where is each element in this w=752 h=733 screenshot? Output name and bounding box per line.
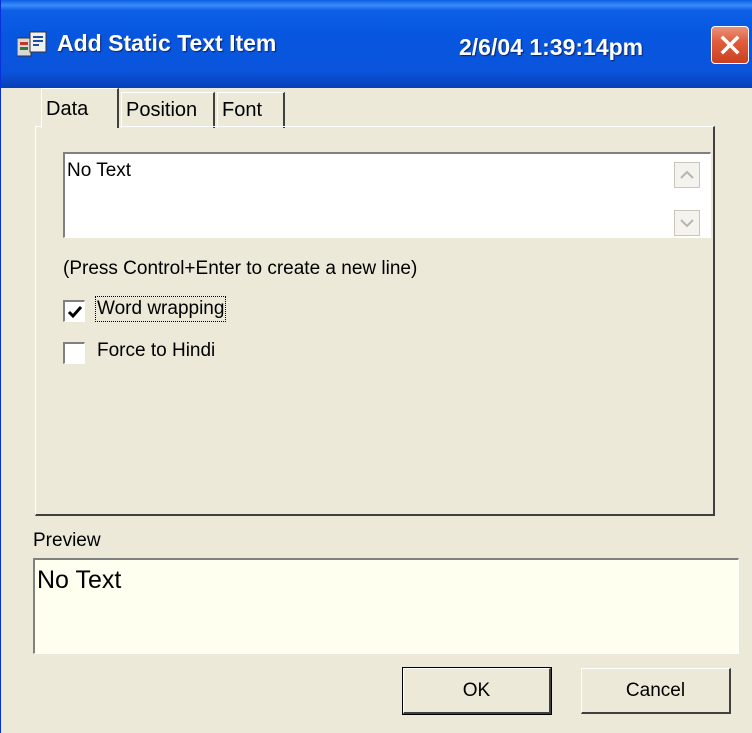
tab-font[interactable]: Font [217, 92, 285, 128]
close-button[interactable] [711, 26, 749, 64]
tab-font-label: Font [222, 99, 263, 121]
window-title: Add Static Text Item [57, 30, 277, 56]
scroll-down-icon [680, 219, 694, 228]
dialog-window: Add Static Text Item 2/6/04 1:39:14pm Da… [0, 0, 752, 733]
tab-data[interactable]: Data [41, 88, 119, 128]
close-icon [720, 35, 740, 55]
cancel-button[interactable]: Cancel [581, 668, 731, 714]
scroll-down-button[interactable] [674, 210, 700, 236]
force-hindi-checkbox[interactable]: Force to Hindi [63, 340, 263, 368]
word-wrapping-box[interactable] [63, 300, 85, 322]
tab-data-label: Data [46, 98, 89, 120]
static-text-value: No Text [67, 160, 132, 181]
preview-label: Preview [33, 530, 101, 551]
scroll-up-button[interactable] [674, 162, 700, 188]
text-scrollbar[interactable] [674, 160, 702, 236]
scroll-up-icon [680, 170, 694, 179]
preview-text: No Text [37, 566, 122, 594]
preview-box: No Text [33, 558, 739, 654]
app-icon [17, 31, 47, 57]
ok-button[interactable]: OK [402, 667, 552, 715]
static-text-input[interactable]: No Text [63, 152, 711, 238]
force-hindi-label[interactable]: Force to Hindi [97, 340, 215, 362]
checkmark-icon [67, 306, 83, 319]
tab-position-label: Position [126, 99, 198, 121]
title-bar[interactable]: Add Static Text Item 2/6/04 1:39:14pm [1, 0, 752, 88]
tab-position[interactable]: Position [121, 92, 215, 128]
title-datetime: 2/6/04 1:39:14pm [459, 34, 644, 60]
word-wrapping-label[interactable]: Word wrapping [94, 296, 227, 322]
force-hindi-box[interactable] [63, 342, 85, 364]
newline-hint: (Press Control+Enter to create a new lin… [63, 258, 418, 279]
word-wrapping-checkbox[interactable]: Word wrapping [63, 296, 263, 326]
